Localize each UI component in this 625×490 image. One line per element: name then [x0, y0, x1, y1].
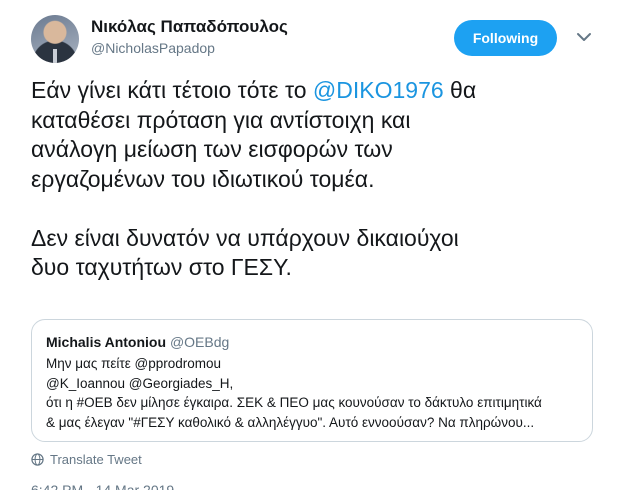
author-display-name[interactable]: Νικόλας Παπαδόπουλος [91, 17, 288, 37]
tweet-timestamp[interactable]: 6:42 PM - 14 Mar 2019 [31, 482, 174, 490]
tweet-line: ανάλογη μείωση των εισφορών των [31, 136, 393, 162]
quoted-line: ότι η #ΟΕΒ δεν μίλησε έγκαιρα. ΣΕΚ & ΠΕΟ… [46, 395, 542, 410]
globe-icon [31, 452, 44, 466]
mention-link[interactable]: @DIKO1976 [313, 77, 444, 103]
tweet-text-segment: θα [443, 77, 477, 103]
quoted-line: & μας έλεγαν "#ΓΕΣΥ καθολικό & αλληλέγγυ… [46, 414, 535, 430]
avatar[interactable] [31, 15, 79, 63]
quoted-tweet-text: Μην μας πείτε @pprodromou @K_Ioannou @Ge… [46, 354, 578, 432]
tweet-text: Εάν γίνει κάτι τέτοιο τότε το @DIKO1976 … [31, 76, 611, 283]
quoted-author-name: Michalis Antoniou [46, 334, 167, 350]
translate-tweet-link[interactable]: Translate Tweet [31, 451, 142, 467]
quoted-tweet-card[interactable]: Michalis Antoniou @OEBdg Μην μας πείτε @… [31, 319, 593, 442]
tweet-line: Εάν γίνει κάτι τέτοιο τότε το @DIKO1976 … [31, 76, 611, 106]
quoted-line: Μην μας πείτε @pprodromou [46, 356, 222, 371]
quoted-line: @K_Ioannou @Georgiades_H, [46, 375, 234, 391]
tweet-line: Δεν είναι δυνατόν να υπάρχουν δικαιούχοι [31, 224, 459, 251]
quoted-author-handle: @OEBdg [169, 334, 230, 350]
following-button[interactable]: Following [454, 20, 557, 56]
tweet-text-segment: Εάν γίνει κάτι τέτοιο τότε το [31, 77, 313, 103]
quoted-tweet-header: Michalis Antoniou @OEBdg [46, 333, 578, 351]
tweet-line: δυο ταχυτήτων στο ΓΕΣΥ. [31, 254, 292, 280]
chevron-down-icon[interactable] [576, 30, 592, 44]
translate-label: Translate Tweet [50, 451, 142, 467]
tweet-line: εργαζομένων του ιδιωτικού τομέα. [31, 165, 375, 192]
author-handle[interactable]: @NicholasPapadop [91, 40, 215, 56]
tweet-line: καταθέσει πρόταση για αντίστοιχη και [31, 106, 411, 133]
